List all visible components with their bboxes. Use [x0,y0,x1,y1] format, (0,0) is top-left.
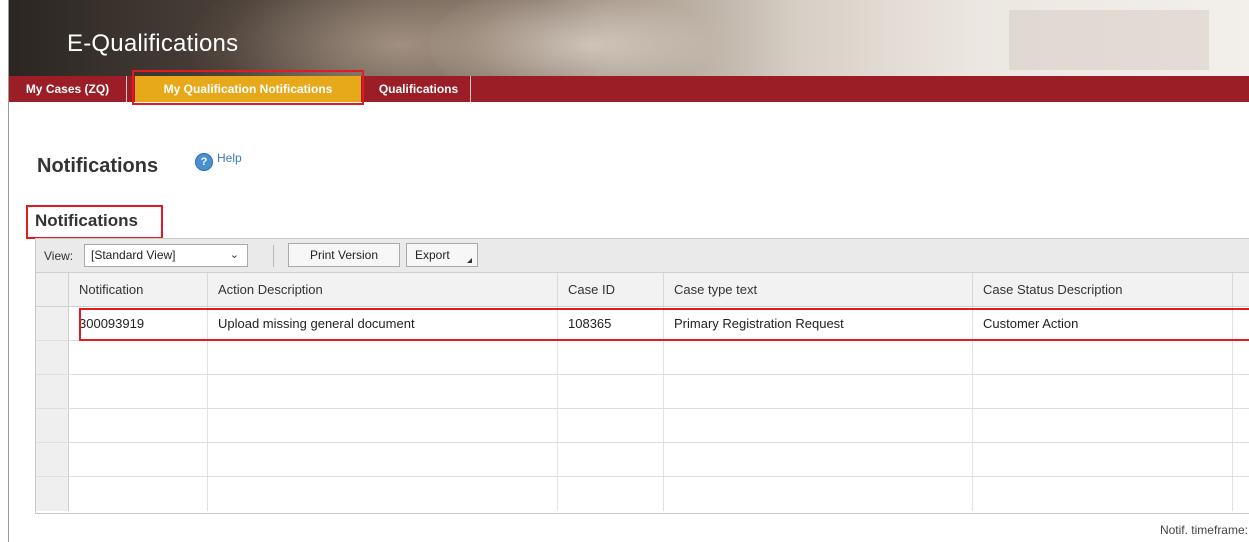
view-select-value: [Standard View] [91,248,176,262]
header-banner: E-Qualifications [9,0,1249,76]
print-version-button[interactable]: Print Version [288,243,400,267]
cell-case-status-description: Customer Action [973,307,1233,340]
empty-cell [558,341,664,374]
empty-cell [208,409,558,442]
table-row-empty [36,443,1249,477]
cell-notification[interactable]: 300093919 [69,307,208,340]
section-title: Notifications [35,211,138,230]
empty-cell [664,477,973,511]
cell-case-id: 108365 [558,307,664,340]
app-title: E-Qualifications [67,30,239,57]
chevron-down-icon: ⌄ [229,249,239,261]
menu-triangle-icon [467,258,472,263]
banner-image-highlight [429,0,749,76]
export-button[interactable]: Export [406,243,478,267]
row-selector [36,477,69,511]
empty-cell [664,443,973,476]
empty-cell [973,341,1233,374]
help-icon: ? [195,153,213,171]
tab-my-cases[interactable]: My Cases (ZQ) [9,76,127,102]
table-toolbar: View: [Standard View] ⌄ Print Version Ex… [36,239,1249,273]
row-selector [36,443,69,476]
export-label: Export [415,248,450,262]
empty-cell [973,443,1233,476]
empty-cell [973,375,1233,408]
cell-case-type-text: Primary Registration Request [664,307,973,340]
column-header-action-description[interactable]: Action Description [208,273,558,306]
empty-cell [664,409,973,442]
empty-cell [558,477,664,511]
empty-cell [69,477,208,511]
empty-cell [208,375,558,408]
table-row-empty [36,409,1249,443]
row-selector [36,341,69,374]
cell-spare [1233,307,1249,340]
column-header-case-id[interactable]: Case ID [558,273,664,306]
notifications-table: View: [Standard View] ⌄ Print Version Ex… [35,238,1249,514]
toolbar-divider [273,245,274,267]
table-row-empty [36,341,1249,375]
empty-cell [973,409,1233,442]
view-select[interactable]: [Standard View] ⌄ [84,244,248,267]
tab-my-qualification-notifications[interactable]: My Qualification Notifications [135,76,361,102]
empty-cell [558,375,664,408]
row-selector[interactable] [36,307,69,340]
row-selector [36,409,69,442]
table-grid: Notification Action Description Case ID … [36,273,1249,511]
empty-cell [208,443,558,476]
notification-timeframe-label: Notif. timeframe: [1159,523,1248,537]
help-label: Help [217,151,242,165]
empty-cell [973,477,1233,511]
app-frame: E-Qualifications My Cases (ZQ) My Qualif… [8,0,1249,542]
banner-image-detail [1009,10,1209,70]
empty-cell [664,375,973,408]
empty-cell [208,341,558,374]
cell-action-description: Upload missing general document [208,307,558,340]
help-link[interactable]: ? Help [195,151,242,171]
empty-cell [664,341,973,374]
empty-cell [69,375,208,408]
row-selector [36,375,69,408]
table-row[interactable]: 300093919 Upload missing general documen… [36,307,1249,341]
empty-cell [69,341,208,374]
table-header-row: Notification Action Description Case ID … [36,273,1249,307]
column-header-notification[interactable]: Notification [69,273,208,306]
tab-qualifications[interactable]: Qualifications [367,76,471,102]
empty-cell [69,409,208,442]
empty-cell [208,477,558,511]
page-title: Notifications [37,155,159,177]
empty-cell [558,409,664,442]
empty-cell [558,443,664,476]
column-header-spare [1233,273,1249,306]
table-row-empty [36,375,1249,409]
main-nav: My Cases (ZQ) My Qualification Notificat… [9,76,1249,102]
select-all-cell[interactable] [36,273,69,306]
empty-cell [69,443,208,476]
table-row-empty [36,477,1249,511]
column-header-case-status-description[interactable]: Case Status Description [973,273,1233,306]
column-header-case-type-text[interactable]: Case type text [664,273,973,306]
view-label: View: [44,249,74,263]
